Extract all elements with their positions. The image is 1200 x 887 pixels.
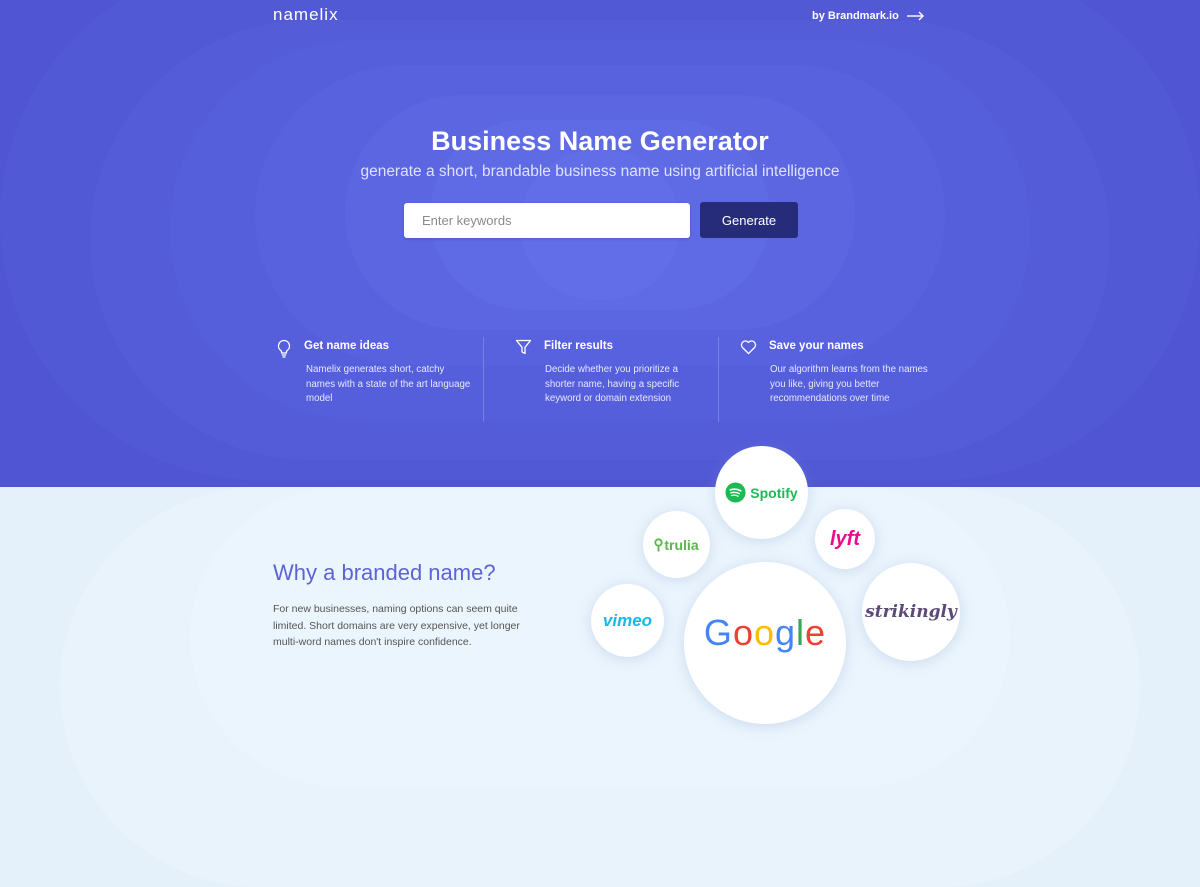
strikingly-wordmark: strikingly: [865, 602, 957, 622]
heart-icon: [740, 340, 757, 355]
vimeo-wordmark: vimeo: [602, 610, 653, 630]
trulia-wordmark: trulia: [664, 536, 699, 553]
vimeo-logo-bubble: vimeo: [591, 584, 664, 657]
google-logo-bubble: Google: [684, 562, 846, 724]
google-letter: G: [703, 612, 733, 653]
page-title: Business Name Generator: [431, 126, 769, 156]
spotify-logo-bubble: Spotify: [715, 446, 808, 539]
spotify-wordmark: Spotify: [750, 484, 798, 501]
brandmark-link[interactable]: by Brandmark.io: [812, 10, 925, 22]
strikingly-logo-bubble: strikingly: [862, 563, 960, 661]
google-letter: o: [753, 612, 775, 653]
google-letter: o: [732, 612, 754, 653]
site-logo[interactable]: namelix: [273, 5, 339, 25]
feature-description: Namelix generates short, catchy names wi…: [306, 364, 471, 405]
feature-title: Filter results: [544, 340, 614, 352]
spotify-icon: [725, 482, 746, 503]
trulia-logo-bubble: trulia: [643, 511, 710, 578]
google-wordmark: Google: [704, 612, 826, 654]
filter-icon: [515, 339, 532, 355]
generate-button[interactable]: Generate: [700, 202, 798, 238]
lightbulb-icon: [277, 339, 291, 358]
google-letter: e: [805, 612, 827, 653]
feature-title: Save your names: [769, 340, 864, 352]
feature-description: Our algorithm learns from the names you …: [770, 364, 928, 405]
page-subtitle: generate a short, brandable business nam…: [360, 163, 840, 180]
arrow-right-icon: [906, 11, 924, 21]
why-branded-name-heading: Why a branded name?: [273, 560, 496, 585]
feature-divider: [483, 337, 484, 422]
google-letter: l: [796, 612, 806, 653]
hero-section: namelix by Brandmark.io Business Name Ge…: [0, 0, 1200, 487]
feature-divider: [718, 337, 719, 422]
lyft-wordmark: lyft: [830, 527, 860, 550]
feature-description: Decide whether you prioritize a shorter …: [545, 364, 680, 405]
google-letter: g: [775, 612, 797, 653]
feature-title: Get name ideas: [304, 340, 390, 352]
map-pin-icon: [654, 537, 663, 551]
keywords-input[interactable]: [404, 203, 690, 238]
brandmark-link-label: by Brandmark.io: [812, 10, 899, 22]
why-branded-name-text: For new businesses, naming options can s…: [273, 603, 520, 648]
lyft-logo-bubble: lyft: [815, 509, 875, 569]
